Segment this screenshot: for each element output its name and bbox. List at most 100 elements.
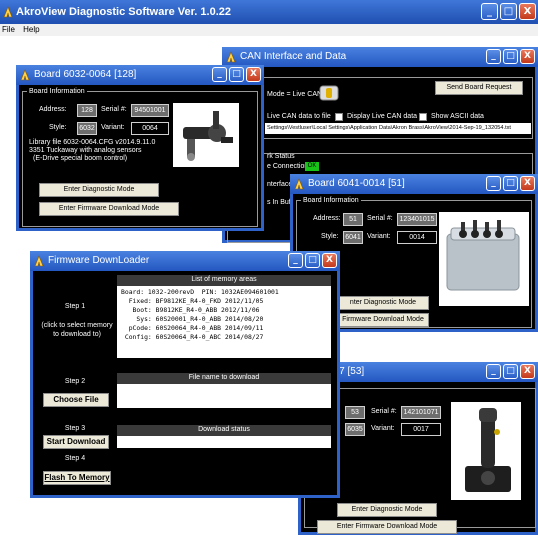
board2-diagnostic-button[interactable]: nter Diagnostic Mode bbox=[337, 296, 429, 310]
board2-title: Board 6041-0014 [51] bbox=[308, 178, 405, 189]
board2-serial-label: Serial #: bbox=[367, 215, 393, 222]
board2-close-button[interactable]: X bbox=[520, 176, 535, 191]
board2-style-label: Style: bbox=[321, 233, 339, 240]
menu-bar: File Help bbox=[0, 24, 538, 36]
download-status-bar bbox=[117, 436, 331, 448]
board2-address-value: 51 bbox=[343, 213, 363, 226]
board2-serial-value: 123401015 bbox=[397, 213, 437, 226]
app-title: AkroView Diagnostic Software Ver. 1.0.22 bbox=[16, 6, 231, 18]
board2-variant-value: 0014 bbox=[397, 231, 437, 244]
firmware-body: List of memory areas Board: 1032-200revD… bbox=[33, 271, 337, 495]
board1-close-button[interactable]: X bbox=[246, 67, 261, 82]
board1-diagnostic-button[interactable]: Enter Diagnostic Mode bbox=[39, 183, 159, 197]
download-status-header: Download status bbox=[117, 425, 331, 436]
file-name-field[interactable] bbox=[117, 384, 331, 408]
board2-minimize-button[interactable]: _ bbox=[486, 176, 501, 191]
can-mode-switch-icon[interactable] bbox=[319, 85, 339, 101]
step4-label: Step 4 bbox=[64, 455, 86, 462]
show-ascii-label: Show ASCII data bbox=[431, 113, 484, 120]
board1-desc2-text: (E-Drive special boom control) bbox=[33, 155, 128, 162]
board3-serial-label: Serial #: bbox=[371, 408, 397, 415]
board2-address-label: Address: bbox=[313, 215, 341, 222]
can-window-title: CAN Interface and Data bbox=[240, 51, 347, 62]
board3-firmware-button[interactable]: Enter Firmware Download Mode bbox=[317, 520, 457, 534]
step3-label: Step 3 bbox=[64, 425, 86, 432]
board1-device-image bbox=[173, 103, 239, 167]
board3-address-value: 53 bbox=[345, 406, 365, 419]
board1-desc1-text: 3351 Tuckaway with analog sensors bbox=[29, 147, 142, 154]
display-live-checkbox[interactable] bbox=[335, 113, 343, 121]
board2-maximize-button[interactable]: □ bbox=[503, 176, 518, 191]
can-maximize-button[interactable]: □ bbox=[503, 49, 518, 64]
board2-variant-label: Variant: bbox=[367, 233, 391, 240]
board1-address-label: Address: bbox=[39, 106, 67, 113]
app-maximize-button[interactable]: □ bbox=[500, 3, 517, 20]
log-path-field[interactable]: Settings\Vestluser\Local Settings\Applic… bbox=[265, 123, 531, 134]
board3-maximize-button[interactable]: □ bbox=[503, 364, 518, 379]
akroview-logo-icon bbox=[3, 6, 13, 18]
akroview-logo-icon bbox=[34, 255, 44, 267]
memory-areas-list[interactable]: Board: 1032-200revD PIN: 1032AE094601001… bbox=[117, 286, 331, 358]
board1-titlebar[interactable]: Board 6032-0064 [128] _ □ X bbox=[16, 65, 264, 85]
firmware-maximize-button[interactable]: □ bbox=[305, 253, 320, 268]
board1-maximize-button[interactable]: □ bbox=[229, 67, 244, 82]
board3-serial-value: 142101071 bbox=[401, 406, 441, 419]
step2-label: Step 2 bbox=[64, 378, 86, 385]
akroview-logo-icon bbox=[226, 51, 236, 63]
board2-style-value: 6041 bbox=[343, 231, 363, 244]
board3-variant-value: 0017 bbox=[401, 423, 441, 436]
board1-minimize-button[interactable]: _ bbox=[212, 67, 227, 82]
work-status-label: rk Status bbox=[267, 153, 295, 160]
akroview-logo-icon bbox=[294, 178, 304, 190]
can-window-titlebar[interactable]: CAN Interface and Data _ □ X bbox=[222, 47, 538, 67]
send-board-request-button[interactable]: Send Board Request bbox=[435, 81, 523, 95]
board1-serial-value: 94501001 bbox=[131, 104, 169, 117]
akroview-logo-icon bbox=[20, 69, 30, 81]
board2-firmware-button[interactable]: Firmware Download Mode bbox=[337, 313, 429, 327]
log-path-text: Settings\Vestluser\Local Settings\Applic… bbox=[267, 125, 511, 131]
step1-label: Step 1 bbox=[64, 303, 86, 310]
firmware-title: Firmware DownLoader bbox=[48, 255, 150, 266]
board1-body: Board Information Address: 128 Serial #:… bbox=[19, 85, 261, 228]
menu-file[interactable]: File bbox=[2, 25, 15, 34]
firmware-titlebar[interactable]: Firmware DownLoader _ □ X bbox=[30, 251, 340, 271]
board3-diagnostic-button[interactable]: Enter Diagnostic Mode bbox=[337, 503, 437, 517]
board3-minimize-button[interactable]: _ bbox=[486, 364, 501, 379]
board2-device-image bbox=[439, 212, 529, 306]
app-minimize-button[interactable]: _ bbox=[481, 3, 498, 20]
board1-library-text: Library file 6032-0064.CFG v2014.9.11.0 bbox=[29, 139, 156, 146]
board1-variant-value: 0064 bbox=[131, 122, 169, 135]
board1-serial-label: Serial #: bbox=[101, 106, 127, 113]
choose-file-button[interactable]: Choose File bbox=[43, 393, 109, 407]
flash-to-memory-button[interactable]: Flash To Memory bbox=[43, 471, 111, 485]
can-minimize-button[interactable]: _ bbox=[486, 49, 501, 64]
show-ascii-checkbox[interactable] bbox=[419, 113, 427, 121]
board1-address-value: 128 bbox=[77, 104, 97, 117]
app-close-button[interactable]: X bbox=[519, 3, 536, 20]
board1-info-group-title: Board Information bbox=[27, 87, 87, 96]
board1-firmware-button[interactable]: Enter Firmware Download Mode bbox=[39, 202, 179, 216]
board-6032-window: Board 6032-0064 [128] _ □ X Board Inform… bbox=[16, 65, 264, 231]
connection-label: e Connection bbox=[267, 163, 309, 170]
board3-variant-label: Variant: bbox=[371, 425, 395, 432]
board1-variant-label: Variant: bbox=[101, 124, 125, 131]
firmware-downloader-window: Firmware DownLoader _ □ X List of memory… bbox=[30, 251, 340, 498]
live-to-file-label: Live CAN data to file bbox=[267, 113, 331, 120]
board2-titlebar[interactable]: Board 6041-0014 [51] _ □ X bbox=[290, 174, 538, 194]
menu-help[interactable]: Help bbox=[23, 25, 39, 34]
firmware-close-button[interactable]: X bbox=[322, 253, 337, 268]
memory-list-header: List of memory areas bbox=[117, 275, 331, 286]
start-download-button[interactable]: Start Download bbox=[43, 435, 109, 449]
can-mode-label: Mode = Live CAN bbox=[267, 91, 323, 98]
firmware-minimize-button[interactable]: _ bbox=[288, 253, 303, 268]
app-titlebar: AkroView Diagnostic Software Ver. 1.0.22… bbox=[0, 0, 538, 24]
step1-hint: (click to select memory to download to) bbox=[41, 322, 113, 338]
connection-ok-indicator: OK bbox=[305, 162, 319, 171]
board3-device-image bbox=[451, 402, 521, 500]
can-close-button[interactable]: X bbox=[520, 49, 535, 64]
board1-title: Board 6032-0064 [128] bbox=[34, 69, 137, 80]
board3-style-value: 6035 bbox=[345, 423, 365, 436]
file-name-header: File name to download bbox=[117, 373, 331, 384]
board3-close-button[interactable]: X bbox=[520, 364, 535, 379]
display-live-label: Display Live CAN data bbox=[347, 113, 418, 120]
